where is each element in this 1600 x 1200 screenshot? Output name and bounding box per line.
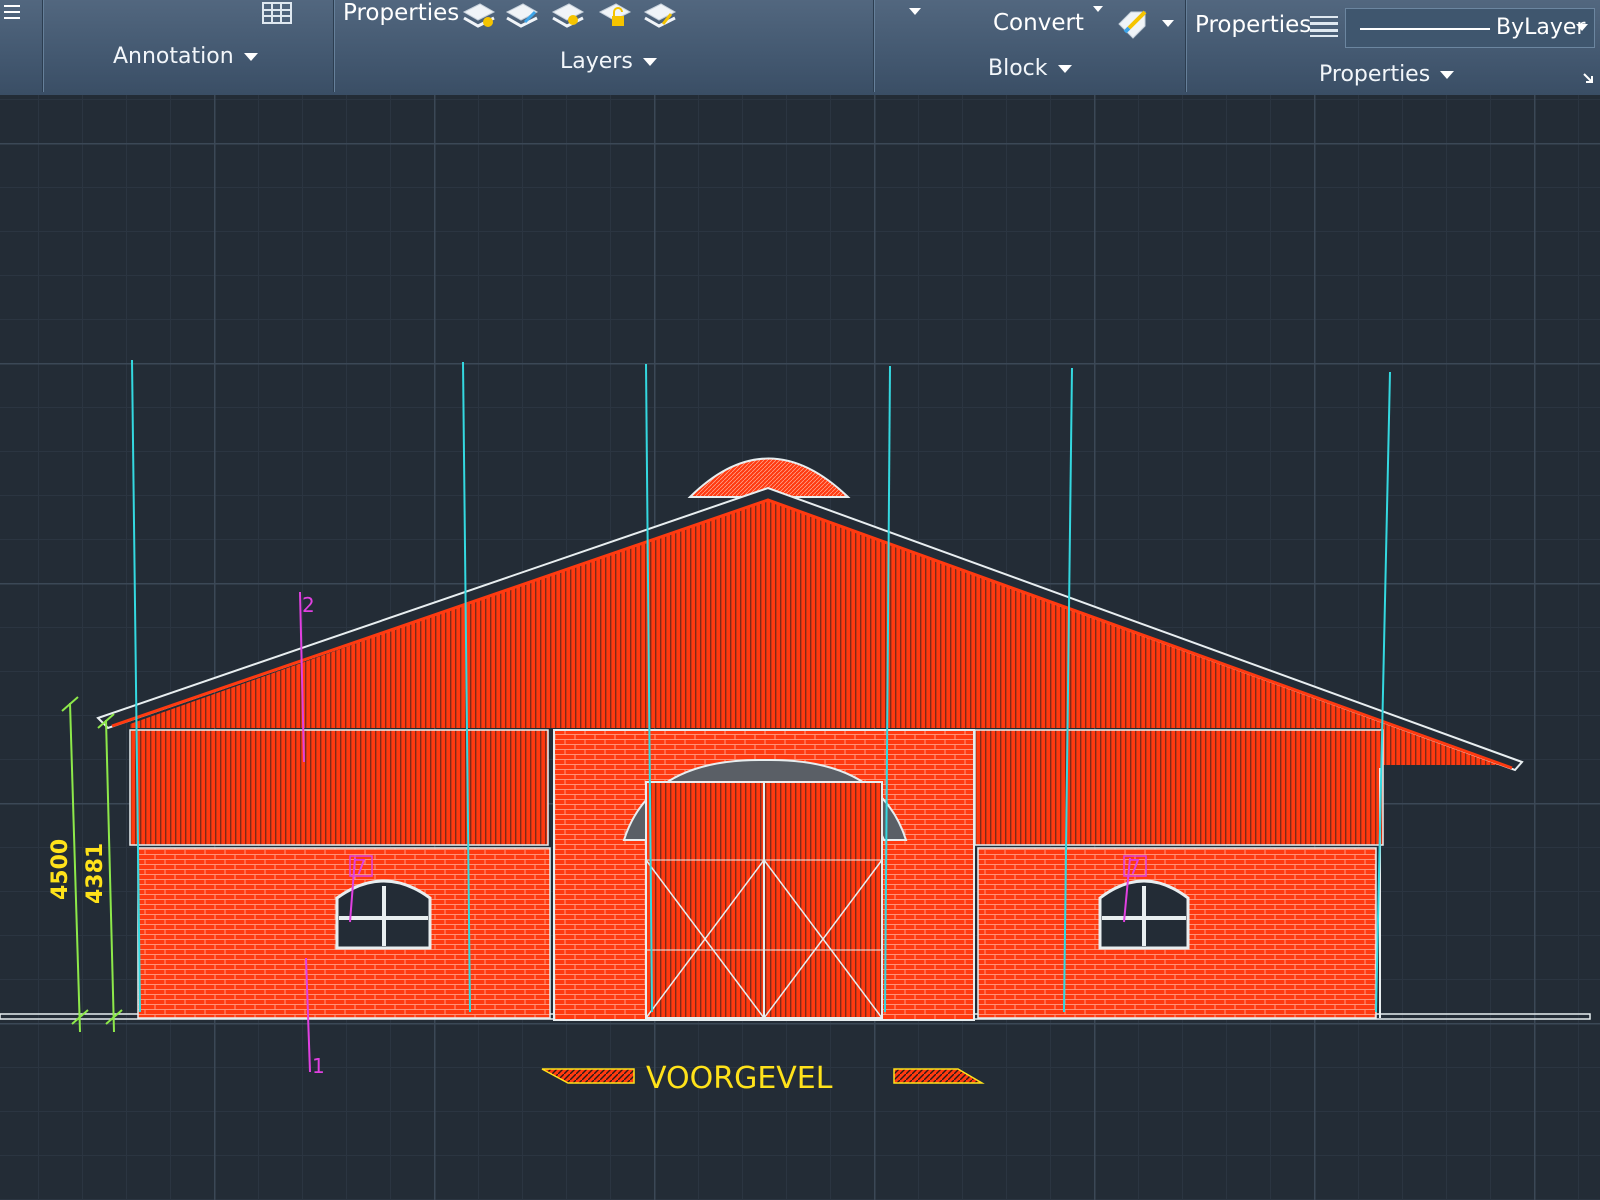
menu-icon[interactable] — [2, 2, 22, 24]
panel-launcher-icon[interactable] — [1582, 72, 1594, 84]
linetype-value: ByLayer — [1496, 15, 1586, 40]
edit-attributes-icon[interactable] — [1115, 6, 1151, 42]
table-icon[interactable] — [262, 2, 292, 24]
chevron-down-icon — [243, 53, 258, 61]
block-panel-title[interactable]: Block — [988, 56, 1072, 81]
chevron-down-icon — [1440, 71, 1455, 79]
layer-isolate-icon[interactable] — [462, 0, 496, 30]
chevron-down-icon[interactable] — [909, 8, 921, 15]
gable-boarding — [130, 497, 1515, 765]
lineweight-icon[interactable] — [1309, 14, 1339, 38]
chevron-down-icon — [642, 58, 657, 66]
linetype-dropdown[interactable]: ByLayer — [1345, 8, 1595, 48]
title-arrow-left — [541, 1068, 635, 1084]
layer-match-icon[interactable] — [505, 0, 539, 30]
linetype-preview — [1360, 28, 1490, 30]
chevron-down-icon[interactable] — [1162, 20, 1174, 27]
section-mark-2: 2 — [302, 593, 315, 617]
layer-freeze-icon[interactable] — [551, 0, 585, 30]
match-properties-button[interactable]: Properties — [1195, 12, 1311, 38]
drawing-canvas[interactable]: 2 1 7 7 4500 4381 VOORGEVEL — [0, 95, 1600, 1200]
properties-panel-title[interactable]: Properties — [1319, 62, 1455, 87]
layer-lock-icon[interactable] — [598, 0, 632, 30]
ribbon: Annotation Properties Layers Convert Blo… — [0, 0, 1600, 97]
layer-unisolate-icon[interactable] — [643, 0, 677, 30]
elevation-drawing: 2 1 7 7 4500 4381 VOORGEVEL — [0, 359, 1591, 1096]
layer-properties-button[interactable]: Properties — [343, 0, 459, 26]
dimension-4500: 4500 — [48, 839, 73, 900]
layers-panel-title[interactable]: Layers — [560, 49, 657, 74]
title-arrow-right — [893, 1068, 985, 1084]
left-upper-boarding — [129, 729, 549, 846]
drawing-title: VOORGEVEL — [646, 1061, 833, 1096]
right-upper-boarding — [974, 729, 1384, 846]
annotation-panel-title[interactable]: Annotation — [113, 44, 258, 69]
chevron-down-icon — [1057, 65, 1072, 73]
dimension-4381: 4381 — [83, 843, 108, 904]
section-mark-1: 1 — [312, 1054, 325, 1078]
convert-button[interactable]: Convert — [993, 10, 1084, 36]
chevron-down-icon — [1576, 24, 1588, 31]
right-window — [1098, 879, 1190, 950]
chevron-down-icon[interactable] — [1093, 6, 1103, 12]
